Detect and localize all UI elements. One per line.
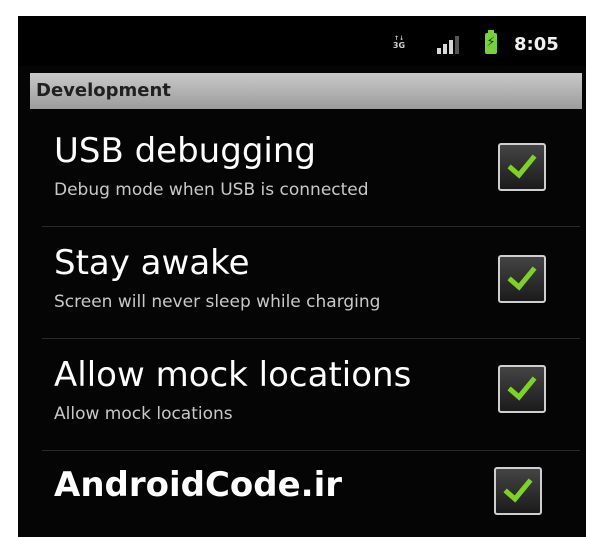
status-time: 8:05	[514, 34, 559, 55]
pref-usb-debugging[interactable]: USB debugging Debug mode when USB is con…	[30, 115, 580, 227]
checkmark-icon	[507, 266, 537, 291]
stay-awake-checkbox[interactable]	[498, 255, 546, 303]
pref-stay-awake[interactable]: Stay awake Screen will never sleep while…	[30, 227, 580, 339]
checkmark-icon	[507, 376, 537, 401]
status-bar: ↑↓ 3G ⚡ 8:05	[18, 16, 586, 66]
checkmark-icon	[503, 478, 533, 503]
pref-title: Allow mock locations	[54, 355, 412, 395]
pref-title: USB debugging	[54, 131, 316, 171]
phone-screen: ↑↓ 3G ⚡ 8:05 Development USB debugging D…	[18, 16, 586, 537]
pref-summary: Screen will never sleep while charging	[54, 292, 381, 312]
allow-mock-locations-checkbox[interactable]	[498, 365, 546, 413]
pref-title: Stay awake	[54, 243, 250, 283]
signal-strength-icon	[437, 36, 461, 54]
pref-summary: Allow mock locations	[54, 404, 233, 424]
androidcode-checkbox[interactable]	[494, 467, 542, 515]
pref-androidcode[interactable]: AndroidCode.ir	[30, 451, 580, 537]
section-header-development: Development	[30, 73, 582, 109]
usb-debugging-checkbox[interactable]	[498, 143, 546, 191]
battery-charging-icon: ⚡	[485, 30, 497, 54]
checkmark-icon	[507, 154, 537, 179]
pref-allow-mock-locations[interactable]: Allow mock locations Allow mock location…	[30, 339, 580, 451]
pref-summary: Debug mode when USB is connected	[54, 180, 369, 200]
pref-title: AndroidCode.ir	[54, 465, 343, 505]
3g-icon: ↑↓ 3G	[392, 35, 406, 50]
